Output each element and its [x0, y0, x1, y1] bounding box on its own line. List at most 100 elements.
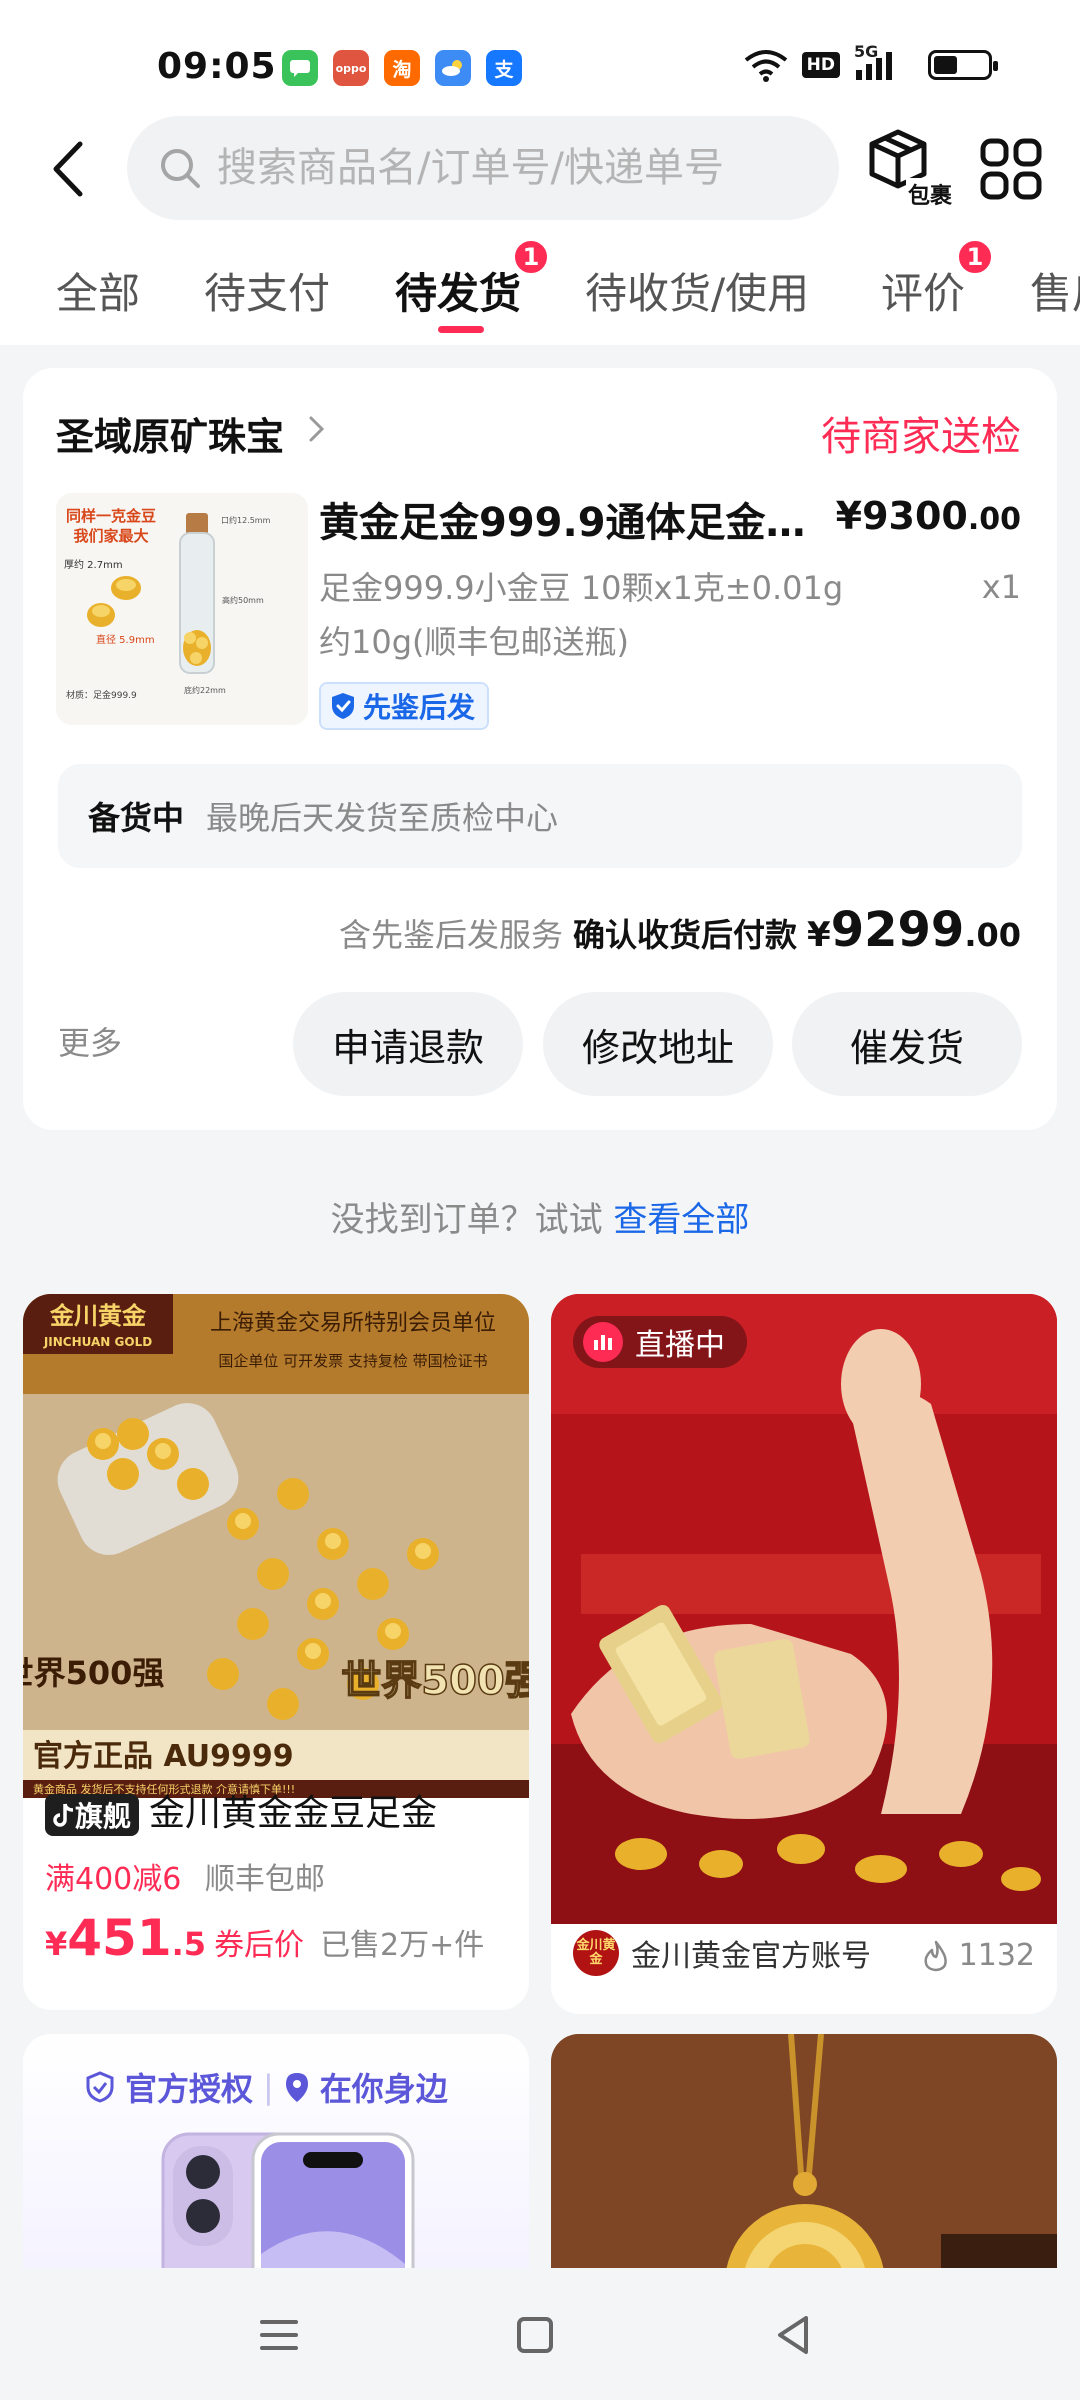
- hint-text: 没找到订单？试试: [330, 1200, 603, 1240]
- header: 包裹: [0, 110, 1080, 230]
- package-label: 包裹: [906, 178, 955, 210]
- shield-check-icon: [332, 693, 354, 719]
- tab-pending-receipt[interactable]: 待收货/使用: [585, 260, 809, 321]
- live-label: 直播中: [635, 1328, 725, 1363]
- product-card-title[interactable]: 旗舰 金川黄金金豆足金: [45, 1784, 529, 1836]
- svg-text:JINCHUAN GOLD: JINCHUAN GOLD: [43, 1335, 152, 1349]
- prep-description: 最晚后天发货至质检中心: [206, 799, 559, 837]
- request-refund-button[interactable]: 申请退款: [293, 992, 523, 1096]
- flagship-badge: 旗舰: [45, 1794, 140, 1836]
- status-indicators: HD 5G: [744, 42, 998, 82]
- tab-all[interactable]: 全部: [56, 260, 140, 321]
- authorization-banner: 官方授权 | 在你身边: [85, 2064, 448, 2110]
- active-tab-indicator: [438, 326, 484, 333]
- discount-label: 满400减6: [45, 1862, 182, 1897]
- view-all-link[interactable]: 查看全部: [613, 1200, 749, 1240]
- price-currency: ¥: [45, 1925, 68, 1963]
- svg-text:世界500强: 世界500强: [23, 1654, 164, 1692]
- more-button[interactable]: 更多: [58, 1018, 122, 1064]
- battery-icon: [928, 50, 998, 80]
- price-value: 451: [67, 1909, 172, 1967]
- tab-pending-payment[interactable]: 待支付: [204, 260, 330, 321]
- search-bar[interactable]: [127, 116, 839, 220]
- svg-text:官方正品 AU9999: 官方正品 AU9999: [33, 1739, 294, 1774]
- home-button[interactable]: [508, 2308, 562, 2362]
- location-pin-icon: [285, 2073, 308, 2102]
- cellular-signal-icon: 5G: [854, 42, 904, 82]
- live-badge: 直播中: [573, 1316, 747, 1368]
- product-image: 同样一克金豆 我们家最大 厚约 2.7mm 直径 5.9mm 口约12.5mm …: [56, 493, 308, 725]
- menu-icon: [260, 2320, 298, 2350]
- svg-text:厚约 2.7mm: 厚约 2.7mm: [64, 558, 123, 571]
- modify-address-button[interactable]: 修改地址: [543, 992, 773, 1096]
- system-navigation-bar: [0, 2268, 1080, 2400]
- notification-icons: oppo 淘 支: [282, 50, 522, 86]
- taobao-icon: 淘: [384, 50, 420, 86]
- shop-name[interactable]: 圣域原矿珠宝: [56, 406, 284, 461]
- product-price: ¥9300.00: [835, 494, 1021, 538]
- live-stream-card[interactable]: 直播中 金川黄金 金川黄金官方账号 1132: [551, 1294, 1057, 2014]
- menu-button[interactable]: [252, 2308, 306, 2362]
- alipay-icon: 支: [486, 50, 522, 86]
- back-arrow-icon: [53, 141, 83, 197]
- service-tag[interactable]: 先鉴后发: [319, 682, 490, 730]
- product-quantity: x1: [981, 568, 1021, 606]
- search-icon: [161, 149, 200, 188]
- chevron-right-icon: [309, 416, 325, 442]
- tab-review-badge: 1: [956, 238, 994, 276]
- product-spec: 足金999.9小金豆 10颗x1克±0.01g 约10g(顺丰包邮送瓶): [319, 569, 844, 661]
- tab-review[interactable]: 评价: [881, 260, 965, 321]
- svg-text:金川黄金: 金川黄金: [49, 1302, 147, 1330]
- total-amount: ¥9299.00: [807, 902, 1021, 958]
- prep-status: 备货中: [88, 799, 185, 837]
- total-note: 含先鉴后发服务: [339, 916, 564, 954]
- wifi-icon: [744, 50, 787, 82]
- empty-hint: 没找到订单？试试 查看全部: [0, 1192, 1080, 1241]
- shipping-progress[interactable]: 备货中 最晚后天发货至质检中心: [58, 764, 1022, 868]
- search-input[interactable]: [217, 145, 797, 191]
- svg-text:高约50mm: 高约50mm: [222, 595, 264, 605]
- tab-pending-shipment-badge: 1: [512, 238, 550, 276]
- svg-text:世界500强: 世界500强: [341, 1658, 529, 1704]
- menu-grid-button[interactable]: [980, 138, 1042, 200]
- order-card: 圣域原矿珠宝 待商家送检 同样一克金豆 我们家最大 厚约 2.7mm 直径 5.…: [23, 368, 1057, 1130]
- svg-text:同样一克金豆: 同样一克金豆: [66, 507, 156, 525]
- order-total: 含先鉴后发服务 确认收货后付款 ¥9299.00: [339, 902, 1021, 958]
- package-button[interactable]: 包裹: [866, 128, 956, 210]
- tab-pending-shipment[interactable]: 待发货: [395, 260, 521, 321]
- svg-text:我们家最大: 我们家最大: [73, 527, 148, 545]
- status-bar: 09:05 oppo 淘 支 HD 5G: [0, 0, 1080, 125]
- back-button[interactable]: [38, 134, 98, 204]
- product-title[interactable]: 黄金足金999.9通体足金小金豆: [319, 490, 839, 548]
- messages-icon: [282, 50, 318, 86]
- avatar: 金川黄金: [573, 1930, 619, 1976]
- product-promo: 满400减6 顺丰包邮: [45, 1854, 325, 1898]
- live-indicator-icon: [583, 1322, 623, 1362]
- shipping-label: 顺丰包邮: [204, 1862, 325, 1897]
- tiktok-icon: [53, 1803, 74, 1827]
- svg-text:国企单位 可开发票 支持复检 带国检证书: 国企单位 可开发票 支持复检 带国检证书: [218, 1352, 487, 1370]
- account-info[interactable]: 金川黄金 金川黄金官方账号: [573, 1930, 871, 1976]
- heat-count: 1132: [921, 1938, 1035, 1973]
- urge-shipment-button[interactable]: 催发货: [792, 992, 1022, 1096]
- weather-icon: [435, 50, 471, 86]
- price-note: 券后价: [214, 1928, 305, 1963]
- tab-after-sales[interactable]: 售后: [1030, 260, 1080, 321]
- product-card[interactable]: 金川黄金 JINCHUAN GOLD 上海黄金交易所特别会员单位 国企单位 可开…: [23, 1294, 529, 2010]
- svg-text:上海黄金交易所特别会员单位: 上海黄金交易所特别会员单位: [210, 1311, 496, 1336]
- hd-badge: HD: [801, 52, 840, 78]
- svg-text:材质：足金999.9: 材质：足金999.9: [66, 689, 137, 701]
- svg-text:底约22mm: 底约22mm: [184, 685, 226, 695]
- back-triangle-icon: [778, 2316, 808, 2354]
- product-image: 金川黄金 JINCHUAN GOLD 上海黄金交易所特别会员单位 国企单位 可开…: [23, 1294, 529, 1798]
- order-status: 待商家送检: [821, 414, 1021, 460]
- oppo-icon: oppo: [333, 50, 369, 86]
- order-tabs: 全部 待支付 待发货 1 待收货/使用 评价 1 售后: [0, 230, 1080, 345]
- svg-text:直径 5.9mm: 直径 5.9mm: [96, 633, 155, 646]
- product-thumbnail[interactable]: 同样一克金豆 我们家最大 厚约 2.7mm 直径 5.9mm 口约12.5mm …: [56, 493, 308, 725]
- grid-icon: [980, 138, 1042, 200]
- status-time: 09:05: [157, 46, 277, 87]
- shield-check-icon: [86, 2071, 114, 2103]
- back-nav-button[interactable]: [766, 2308, 820, 2362]
- svg-text:口约12.5mm: 口约12.5mm: [221, 515, 271, 525]
